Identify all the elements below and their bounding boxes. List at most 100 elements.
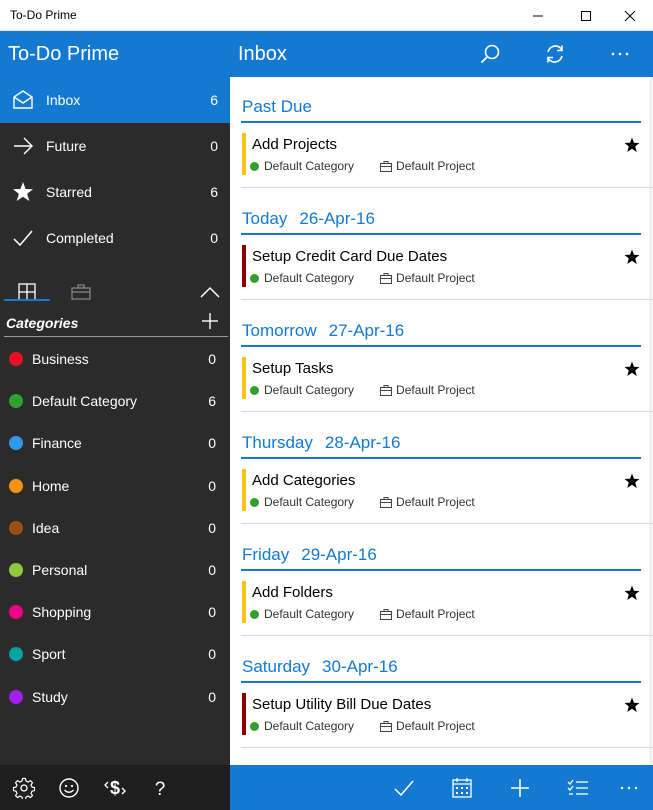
category-label: Shopping <box>32 604 92 621</box>
briefcase-icon <box>380 160 393 172</box>
category-label: Personal <box>32 561 88 578</box>
task-project: Default Project <box>396 159 475 173</box>
category-item-shopping[interactable]: Shopping 0 <box>0 591 230 633</box>
sync-button[interactable] <box>533 31 577 77</box>
category-item-home[interactable]: Home 0 <box>0 465 230 507</box>
section-date: 26-Apr-16 <box>299 209 375 228</box>
category-color-dot <box>9 436 23 451</box>
feedback-button[interactable] <box>47 765 91 810</box>
star-icon[interactable] <box>624 249 640 265</box>
section-header: Tomorrow 27-Apr-16 <box>242 321 404 341</box>
task-divider <box>241 747 653 748</box>
task-category: Default Category <box>264 271 355 285</box>
star-icon[interactable] <box>624 473 640 489</box>
chevron-up-icon <box>200 286 220 298</box>
task-category: Default Category <box>264 607 355 621</box>
sidebar-item-starred[interactable]: Starred 6 <box>0 169 230 215</box>
category-item-idea[interactable]: Idea 0 <box>0 507 230 549</box>
help-button[interactable]: ? <box>138 765 182 810</box>
checklist-icon <box>567 779 588 795</box>
task-item[interactable]: Add Projects Default Category Default Proj… <box>241 131 641 179</box>
maximize-icon <box>581 10 591 21</box>
tab-active-indicator <box>4 299 50 301</box>
category-color-dot <box>250 273 259 283</box>
star-icon[interactable] <box>624 361 640 377</box>
star-icon[interactable] <box>624 697 640 713</box>
section-day: Tomorrow <box>242 321 317 340</box>
task-item[interactable]: Setup Credit Card Due Dates Default Categ… <box>241 243 641 291</box>
task-list-pane: Past Due Add Projects Default Category Defa… <box>230 77 653 765</box>
briefcase-icon <box>380 384 393 396</box>
purchase-button[interactable]: $ <box>93 765 137 810</box>
more-commands-button[interactable] <box>607 765 651 810</box>
minimize-button[interactable] <box>515 0 561 31</box>
maximize-button[interactable] <box>563 0 609 31</box>
svg-text:$: $ <box>110 778 120 798</box>
question-mark-icon: ? <box>155 779 166 799</box>
nav-count: 0 <box>210 138 218 154</box>
task-item[interactable]: Add Folders Default Category Default Proje… <box>241 579 641 627</box>
nav-label: Completed <box>46 230 114 246</box>
more-options-button[interactable] <box>598 31 642 77</box>
task-item[interactable]: Setup Tasks Default Category Default Proje… <box>241 355 641 403</box>
task-item[interactable]: Add Categories Default Category Default Pr… <box>241 467 641 515</box>
category-color-dot <box>9 689 23 704</box>
complete-button[interactable] <box>382 765 426 810</box>
category-item-default[interactable]: Default Category 6 <box>0 380 230 422</box>
category-item-study[interactable]: Study 0 <box>0 676 230 718</box>
search-button[interactable] <box>468 31 512 77</box>
briefcase-icon <box>380 608 393 620</box>
star-icon[interactable] <box>624 585 640 601</box>
star-icon[interactable] <box>624 137 640 153</box>
settings-button[interactable] <box>2 765 46 810</box>
section-day: Saturday <box>242 657 311 676</box>
section-header: Today 26-Apr-16 <box>242 209 375 229</box>
sidebar: Inbox 6 Future 0 Starred 6 Completed 0 C… <box>0 77 230 765</box>
section-header: Thursday 28-Apr-16 <box>242 433 400 453</box>
app-header: To-Do Prime Inbox <box>0 31 653 77</box>
section-day: Thursday <box>242 433 313 452</box>
category-label: Finance <box>32 435 82 452</box>
priority-bar <box>242 469 246 511</box>
add-category-icon[interactable] <box>200 311 220 331</box>
calendar-button[interactable] <box>440 765 484 810</box>
category-count: 0 <box>208 561 216 578</box>
sidebar-item-inbox[interactable]: Inbox 6 <box>0 77 230 123</box>
category-item-finance[interactable]: Finance 0 <box>0 422 230 464</box>
task-section: Past Due Add Projects Default Category Defa… <box>241 97 653 189</box>
category-item-personal[interactable]: Personal 0 <box>0 549 230 591</box>
category-item-business[interactable]: Business 0 <box>0 338 230 380</box>
categories-title: Categories <box>6 315 79 331</box>
section-divider <box>241 121 641 123</box>
category-color-dot <box>9 520 23 535</box>
sync-icon <box>547 45 563 63</box>
section-day: Today <box>242 209 288 228</box>
ellipsis-icon <box>611 52 629 56</box>
task-item[interactable]: Setup Utility Bill Due Dates Default Cate… <box>241 691 641 739</box>
section-divider <box>241 345 641 347</box>
close-button[interactable] <box>607 0 653 31</box>
sidebar-item-future[interactable]: Future 0 <box>0 123 230 169</box>
category-color-dot <box>9 352 23 366</box>
task-divider <box>241 523 653 524</box>
briefcase-icon <box>71 284 91 300</box>
category-item-sport[interactable]: Sport 0 <box>0 633 230 675</box>
category-color-dot <box>9 605 23 620</box>
multi-select-button[interactable] <box>556 765 600 810</box>
category-label: Study <box>32 688 68 705</box>
category-color-dot <box>250 609 259 619</box>
gear-icon <box>13 777 35 799</box>
category-count: 0 <box>208 477 216 494</box>
categories-divider <box>4 336 228 337</box>
nav-label: Future <box>46 138 87 154</box>
dollar-swap-icon: $ <box>104 778 126 798</box>
sidebar-item-completed[interactable]: Completed 0 <box>0 215 230 261</box>
section-header: Past Due <box>242 97 324 117</box>
scrollbar-track[interactable] <box>649 77 653 765</box>
task-category: Default Category <box>264 495 355 509</box>
add-task-button[interactable] <box>498 765 542 810</box>
section-divider <box>241 457 641 459</box>
nav-count: 6 <box>210 184 218 200</box>
section-divider <box>241 569 641 571</box>
category-count: 6 <box>208 393 216 410</box>
